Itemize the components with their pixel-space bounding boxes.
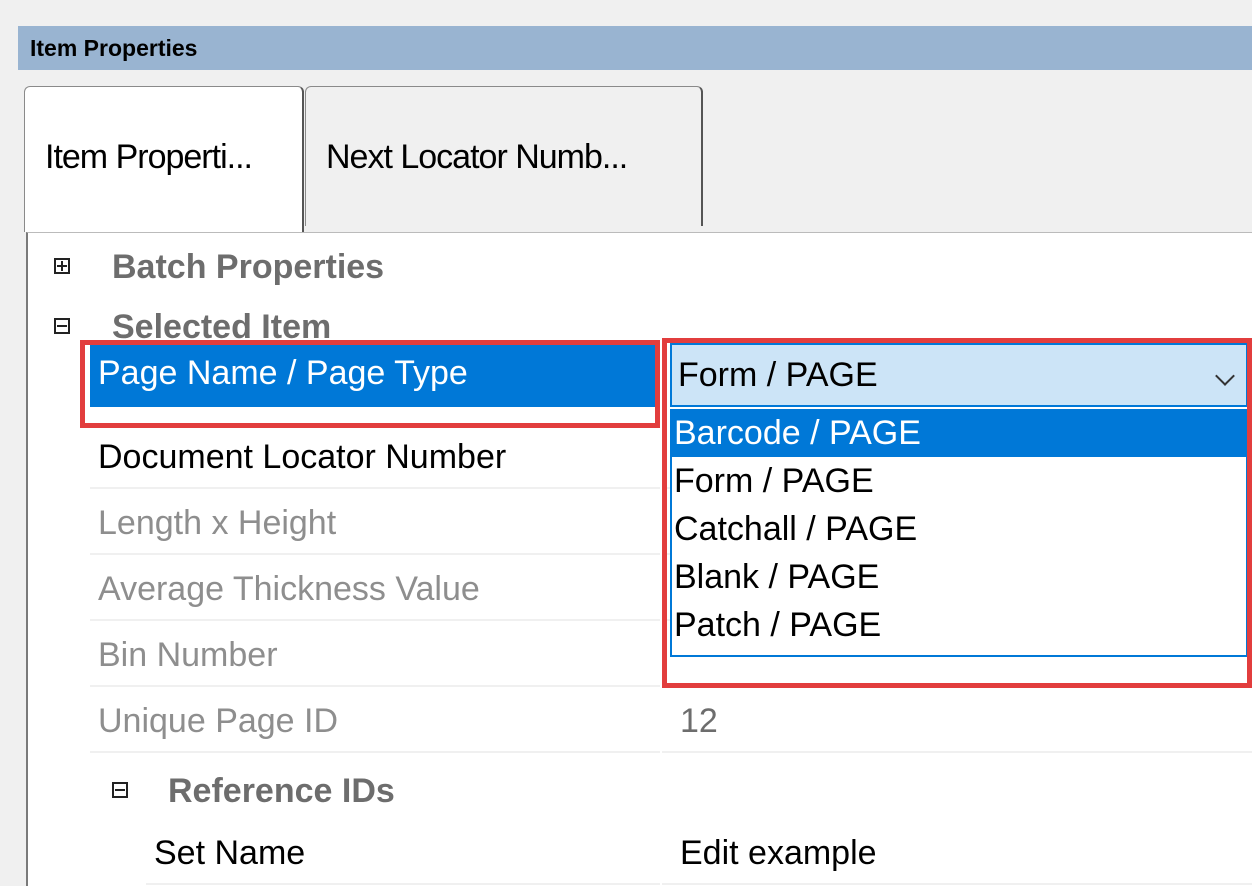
property-label: Length x Height [90,491,660,555]
property-label: Bin Number [90,623,660,687]
property-row-unique-page-id[interactable]: Unique Page ID 12 [90,689,1252,755]
property-label: Set Name [146,821,660,885]
tab-next-locator-number[interactable]: Next Locator Numb... [305,86,703,226]
property-row-set-name[interactable]: Set Name Edit example [146,821,1252,886]
collapse-minus-icon[interactable] [112,782,128,798]
highlight-callout-label [80,340,660,428]
category-label: Batch Properties [112,248,385,286]
category-label: Reference IDs [168,772,395,810]
panel-title: Item Properties [18,26,1252,70]
collapse-minus-icon[interactable] [54,318,70,334]
highlight-callout-dropdown [662,338,1252,688]
tab-item-properties[interactable]: Item Properti... [24,86,304,232]
property-value[interactable]: Edit example [662,821,1252,885]
property-value[interactable]: 12 [662,689,1252,753]
category-reference-ids[interactable]: Reference IDs [28,761,1252,821]
property-label: Average Thickness Value [90,557,660,621]
property-label: Document Locator Number [90,425,660,489]
item-properties-window: Item Properties Item Properti... Next Lo… [0,0,1252,886]
property-label: Unique Page ID [90,689,660,753]
expand-plus-icon[interactable] [54,258,70,274]
category-batch-properties[interactable]: Batch Properties [28,237,1252,297]
